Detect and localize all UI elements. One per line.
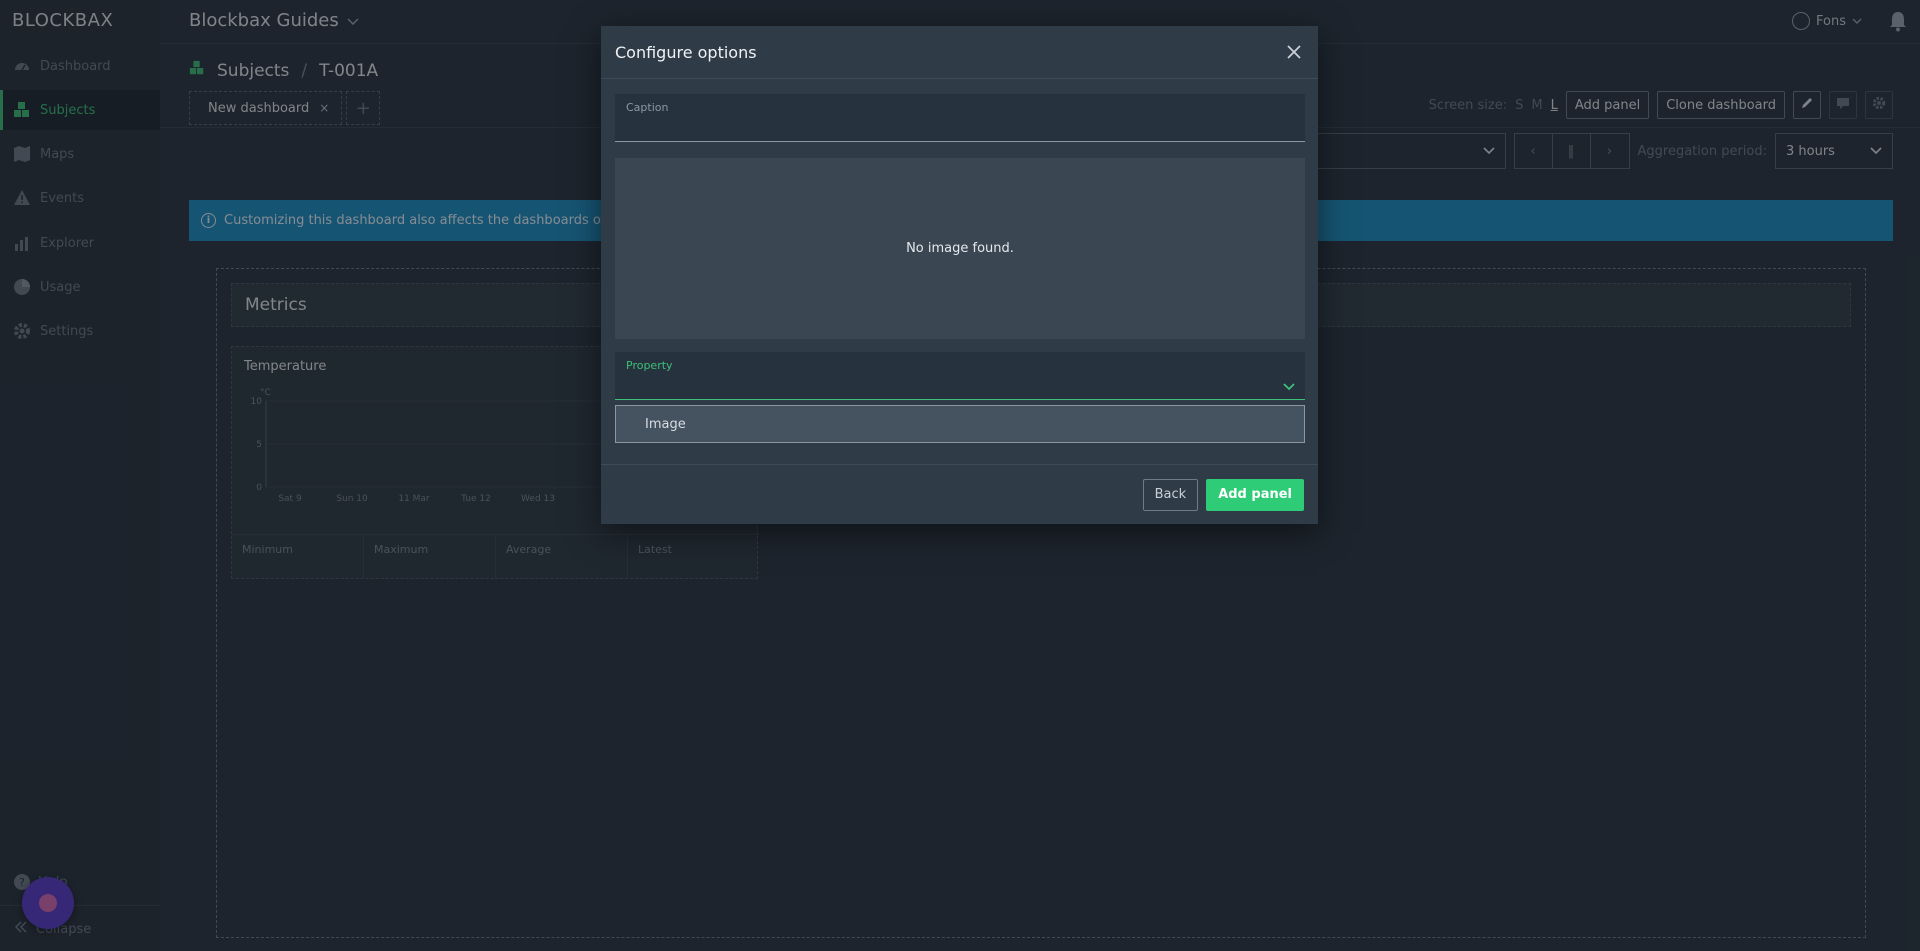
image-placeholder: No image found. — [906, 241, 1014, 256]
property-label: Property — [626, 359, 673, 372]
modal-footer: Back Add panel — [601, 464, 1318, 524]
chevron-down-icon — [1283, 376, 1295, 395]
option-label: Image — [645, 416, 686, 432]
image-preview: No image found. — [615, 158, 1305, 339]
add-panel-confirm-button[interactable]: Add panel — [1206, 478, 1304, 511]
property-select[interactable]: Property — [615, 352, 1305, 400]
modal-header: Configure options — [601, 26, 1318, 79]
modal-title: Configure options — [615, 42, 757, 62]
close-icon[interactable] — [1284, 42, 1304, 62]
caption-field[interactable]: Caption — [615, 94, 1305, 142]
configure-options-modal: Configure options Caption No image found… — [601, 26, 1318, 524]
property-option-image[interactable]: Image — [615, 405, 1305, 443]
back-button[interactable]: Back — [1142, 478, 1199, 511]
caption-label: Caption — [626, 101, 669, 114]
